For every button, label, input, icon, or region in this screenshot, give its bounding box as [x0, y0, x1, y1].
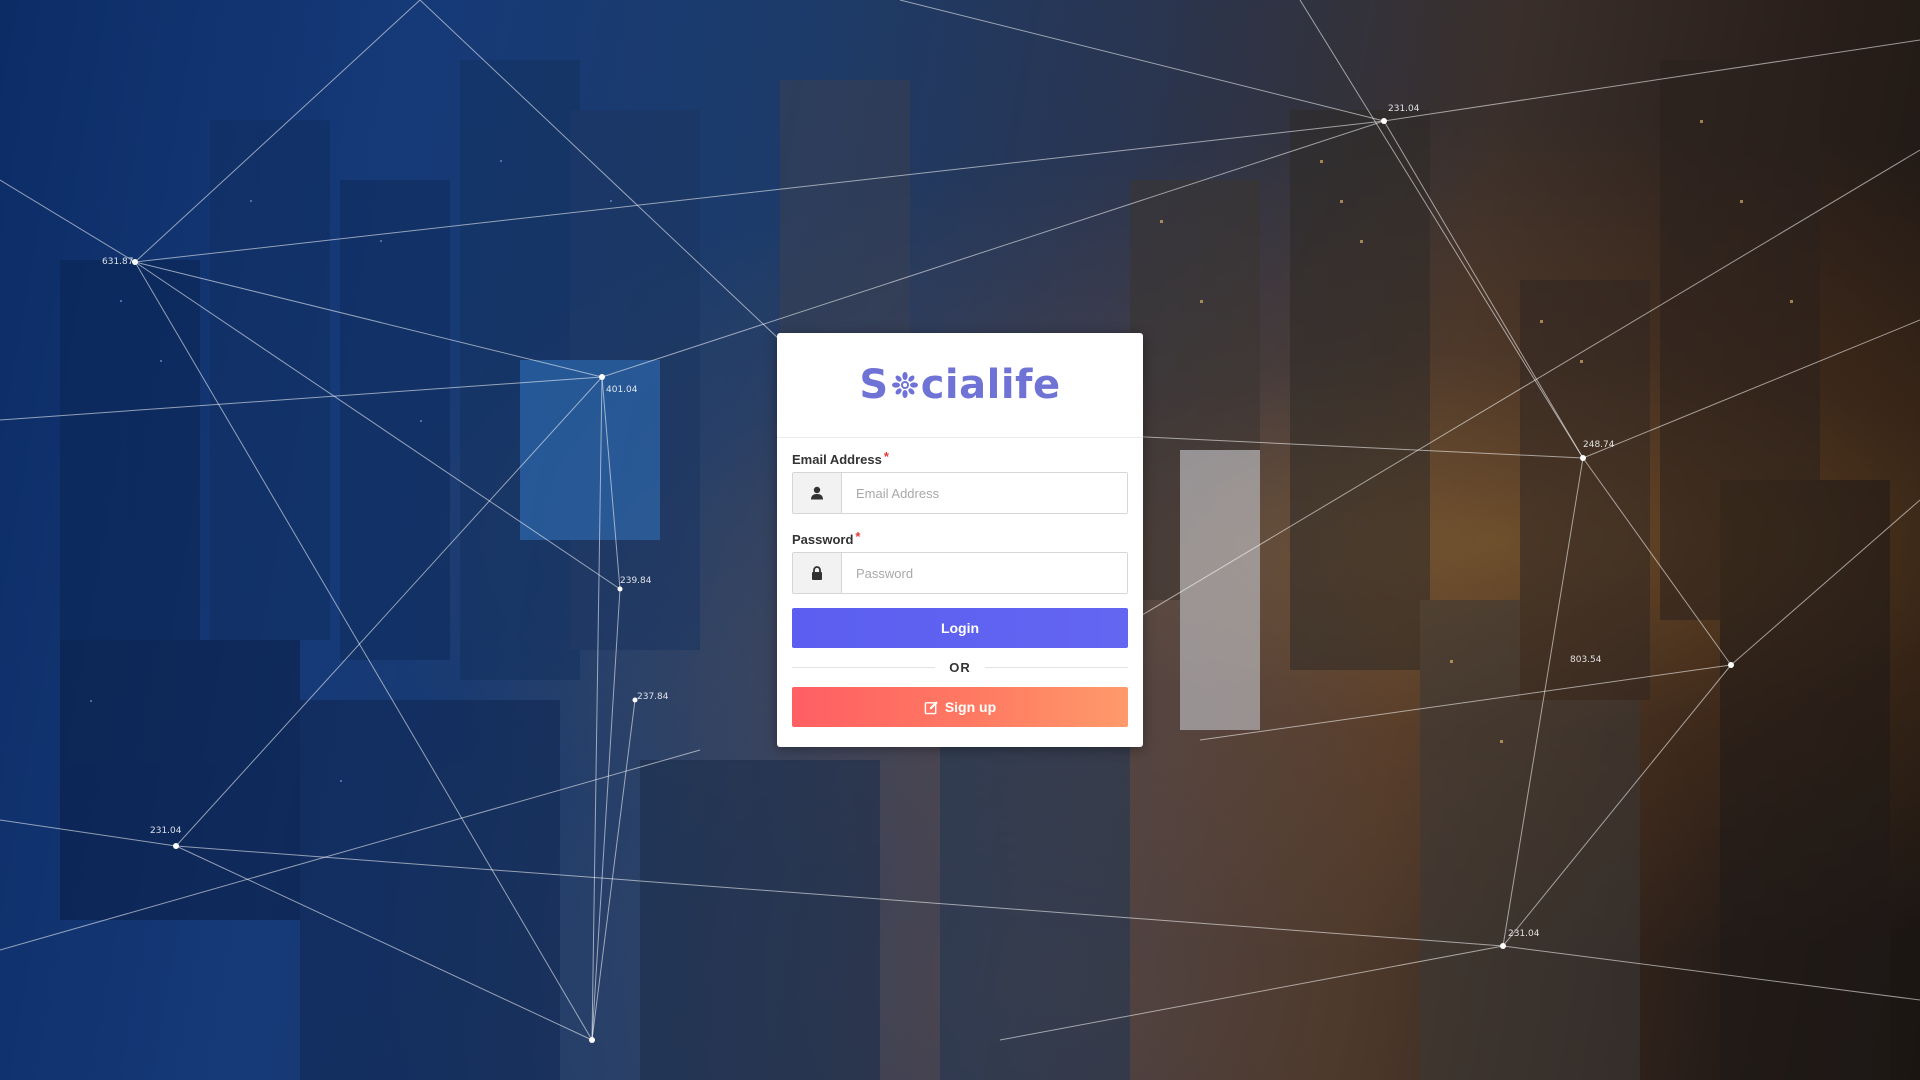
login-button[interactable]: Login: [792, 608, 1128, 648]
email-label: Email Address *: [792, 449, 1128, 467]
logo-flower-icon: [891, 372, 918, 398]
divider-line: [984, 667, 1128, 668]
card-header: S cialife: [777, 333, 1143, 438]
logo-text-suffix: cialife: [920, 362, 1061, 408]
lock-icon: [793, 553, 842, 593]
network-label: 237.84: [637, 692, 669, 702]
network-label: 231.04: [1388, 104, 1420, 114]
login-button-label: Login: [940, 620, 980, 636]
password-label: Password *: [792, 529, 1128, 547]
email-input[interactable]: [842, 473, 1127, 513]
edit-icon: [924, 700, 938, 714]
required-mark: *: [855, 529, 861, 544]
signup-button[interactable]: Sign up: [792, 687, 1128, 727]
network-label: 803.54: [1570, 655, 1602, 665]
email-label-text: Email Address: [792, 452, 882, 467]
login-card: S cialife Email Address * Email Address …: [777, 333, 1143, 747]
or-divider: OR: [792, 660, 1128, 675]
network-label: 631.87: [102, 257, 134, 267]
user-icon: [793, 473, 842, 513]
or-text: OR: [949, 660, 971, 675]
email-input-group: [792, 472, 1128, 514]
socialife-logo: S cialife: [859, 362, 1060, 408]
login-form: Email Address* Password*: [777, 438, 1143, 727]
logo-text-prefix: S: [859, 362, 889, 408]
password-input[interactable]: [842, 553, 1127, 593]
network-label: 231.04: [1508, 929, 1540, 939]
password-input-group: [792, 552, 1128, 594]
divider-line: [792, 667, 936, 668]
network-label: 231.04: [150, 826, 182, 836]
network-label: 239.84: [620, 576, 652, 586]
network-label: 248.74: [1583, 440, 1615, 450]
required-mark: *: [883, 449, 889, 464]
network-label: 401.04: [606, 385, 638, 395]
signup-button-label: Sign up: [944, 699, 997, 715]
password-label-text: Password: [792, 532, 854, 547]
